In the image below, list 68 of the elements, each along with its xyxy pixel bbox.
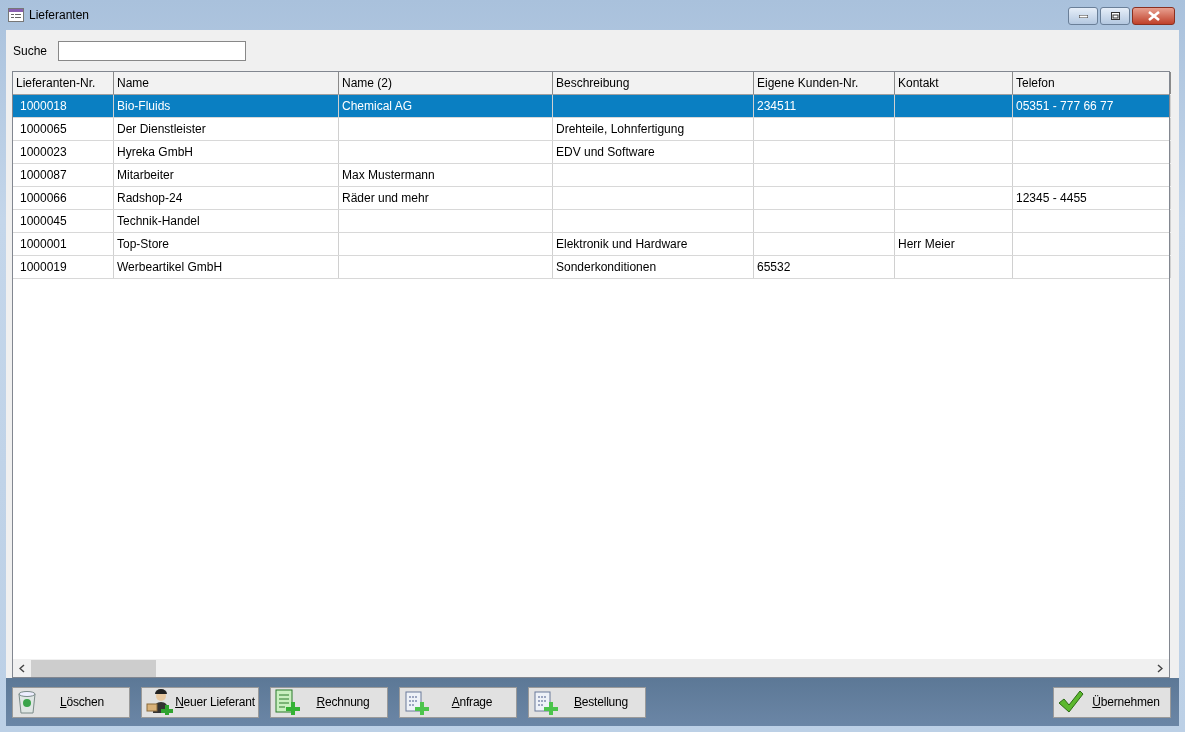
confirm-button[interactable]: Übernehmen	[1053, 686, 1171, 718]
table-row[interactable]: 1000087 Mitarbeiter Max Mustermann	[13, 164, 1169, 187]
search-label: Suche	[13, 44, 48, 58]
trash-can-icon	[17, 690, 37, 714]
table-cell: 65532	[757, 260, 791, 274]
column-header[interactable]: Name (2)	[339, 72, 553, 94]
table-cell: 1000065	[20, 122, 67, 136]
table-cell: 1000019	[20, 260, 67, 274]
list-window-icon	[8, 8, 24, 22]
table-cell: Chemical AG	[342, 99, 413, 113]
table-cell: Bio-Fluids	[117, 99, 171, 113]
scroll-left-icon[interactable]	[19, 663, 25, 673]
table-cell: 12345 - 4455	[1016, 191, 1087, 205]
table-cell: Max Mustermann	[342, 168, 435, 182]
document-add-icon	[533, 689, 559, 715]
table-cell: Technik-Handel	[117, 214, 200, 228]
table-cell: 1000023	[20, 145, 67, 159]
search-field[interactable]	[58, 41, 247, 61]
table-cell: 1000001	[20, 237, 67, 251]
table-row[interactable]: 1000018 Bio-Fluids Chemical AG 234511 05351 - 777 66 77	[13, 95, 1169, 118]
table-cell: 1000087	[20, 168, 67, 182]
table-cell: 1000066	[20, 191, 67, 205]
column-header[interactable]: Kontakt	[895, 72, 1013, 94]
table-cell: Herr Meier	[898, 237, 955, 251]
document-add-icon	[404, 689, 430, 715]
table-row[interactable]: 1000023 Hyreka GmbH EDV und Software	[13, 141, 1169, 164]
table-cell: Der Dienstleister	[117, 122, 206, 136]
toolbar-button[interactable]: Löschen	[12, 686, 130, 718]
table-cell: Mitarbeiter	[117, 168, 174, 182]
person-add-icon	[146, 689, 174, 715]
table-row[interactable]: 1000066 Radshop-24 Räder und mehr 12345 - 4455	[13, 187, 1169, 210]
table-row[interactable]: 1000045 Technik-Handel	[13, 210, 1169, 233]
scroll-right-icon[interactable]	[1157, 663, 1163, 673]
table-cell: 05351 - 777 66 77	[1016, 99, 1114, 113]
table-row[interactable]: 1000019 Werbeartikel GmbH Sonderkonditionen 65532	[13, 256, 1169, 279]
table-cell: Räder und mehr	[342, 191, 429, 205]
column-header[interactable]: Eigene Kunden-Nr.	[754, 72, 895, 94]
table-cell: 234511	[757, 99, 797, 113]
table-cell: Elektronik und Hardware	[556, 237, 688, 251]
table-cell: Radshop-24	[117, 191, 183, 205]
window-title: Lieferanten	[29, 8, 90, 22]
checkmark-icon	[1058, 690, 1084, 714]
table-cell: EDV und Software	[556, 145, 655, 159]
table-cell: Top-Store	[117, 237, 170, 251]
table-cell: Hyreka GmbH	[117, 145, 193, 159]
table-cell: Drehteile, Lohnfertigung	[556, 122, 685, 136]
table-cell: Werbeartikel GmbH	[117, 260, 223, 274]
toolbar-button[interactable]: Rechnung	[270, 686, 388, 718]
invoice-add-icon	[275, 689, 301, 715]
table-cell: Sonderkonditionen	[556, 260, 657, 274]
table-cell: 1000018	[20, 99, 67, 113]
close-icon	[1147, 11, 1160, 21]
close-button[interactable]	[1132, 7, 1175, 25]
table-row[interactable]: 1000001 Top-Store Elektronik und Hardware Herr Meier	[13, 233, 1169, 256]
minimize-icon	[1078, 14, 1088, 18]
table-cell: 1000045	[20, 214, 67, 228]
column-header[interactable]: Telefon	[1013, 72, 1171, 94]
horizontal-scrollbar[interactable]	[13, 659, 1169, 677]
toolbar-button[interactable]: Bestellung	[528, 686, 646, 718]
table-row[interactable]: 1000065 Der Dienstleister Drehteile, Lohnfertigung	[13, 118, 1169, 141]
toolbar-button[interactable]: Neuer Lieferant	[141, 686, 259, 718]
column-header[interactable]: Lieferanten-Nr.	[13, 72, 114, 94]
toolbar-button[interactable]: Anfrage	[399, 686, 517, 718]
maximize-button[interactable]	[1100, 7, 1130, 25]
column-header[interactable]: Name	[114, 72, 339, 94]
maximize-icon	[1110, 12, 1120, 20]
scrollbar-thumb[interactable]	[31, 659, 156, 677]
column-header[interactable]: Beschreibung	[553, 72, 754, 94]
